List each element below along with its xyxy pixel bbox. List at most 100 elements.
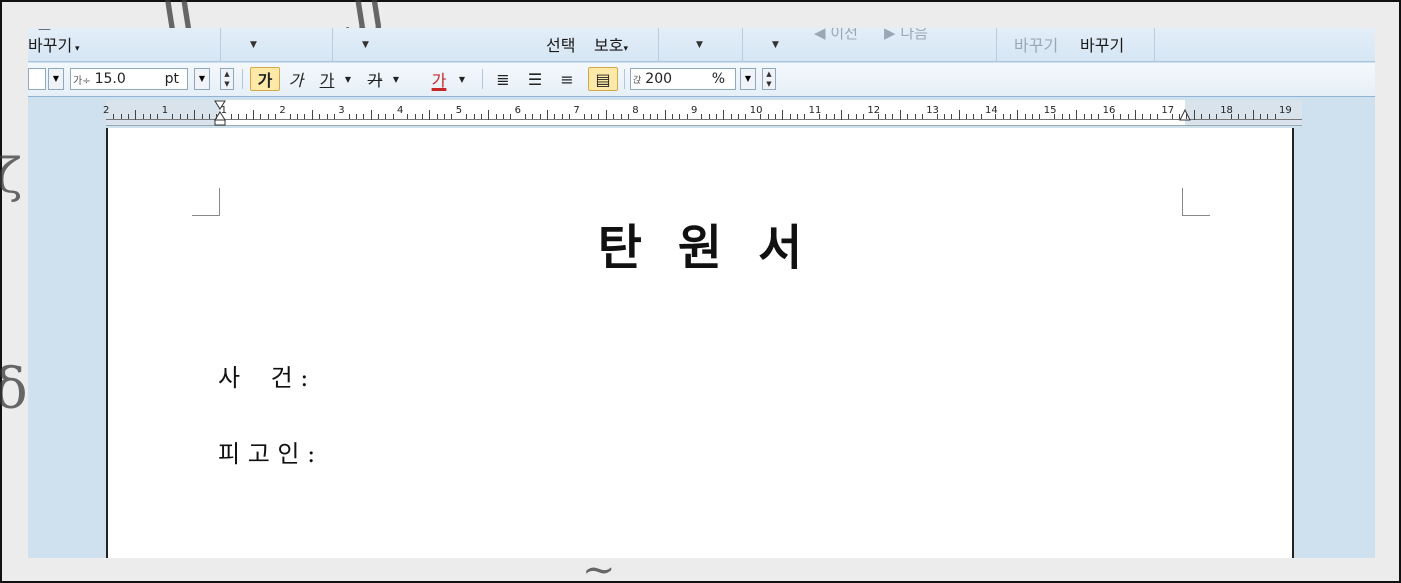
ruler-tick bbox=[502, 114, 504, 119]
ruler-tick bbox=[826, 114, 828, 119]
horizontal-ruler[interactable]: 2 1 1 2 3 4 5 6 7 8 9 10 11 12 13 14 15 16 17 18 19 bbox=[103, 100, 1302, 126]
change-dim-button[interactable]: 바꾸기 bbox=[1014, 32, 1058, 56]
ruler-tick bbox=[547, 110, 548, 120]
bold-icon: 가 bbox=[257, 71, 273, 90]
ruler-tick bbox=[451, 114, 453, 119]
align-justify-button[interactable]: ≣ bbox=[490, 67, 516, 91]
italic-icon: 가 bbox=[288, 71, 304, 90]
chevron-down-icon[interactable]: ▼ bbox=[362, 40, 369, 50]
ruler-tick bbox=[1039, 114, 1041, 119]
ruler-tick bbox=[782, 110, 784, 120]
arrow-left-icon: ◀ bbox=[814, 28, 826, 42]
ruler-tick bbox=[686, 114, 688, 119]
ruler-tick bbox=[539, 114, 541, 119]
ruler-tick bbox=[150, 114, 152, 119]
chevron-down-icon: ▼ bbox=[766, 80, 772, 88]
chevron-down-icon: ▼ bbox=[224, 80, 230, 88]
font-color-button[interactable]: 가 bbox=[426, 67, 452, 91]
case-field-label[interactable]: 사 건 : bbox=[218, 358, 308, 393]
strikethrough-dropdown[interactable]: ▼ bbox=[390, 67, 402, 91]
ruler-tick bbox=[708, 114, 710, 119]
underline-dropdown[interactable]: ▼ bbox=[342, 67, 354, 91]
ruler-tick bbox=[965, 114, 967, 119]
line-spacing-dropdown[interactable]: ▼ bbox=[740, 68, 756, 90]
ruler-tick bbox=[1010, 114, 1012, 119]
ruler-tick bbox=[370, 110, 372, 120]
ruler-tick bbox=[1090, 114, 1092, 119]
ruler-tick bbox=[1237, 114, 1239, 119]
ruler-tick bbox=[524, 114, 526, 119]
ruler-tick bbox=[951, 114, 953, 119]
change-button[interactable]: 바꾸기 ▾ bbox=[28, 32, 80, 56]
ruler-tick bbox=[774, 114, 776, 119]
align-left-icon: ☰ bbox=[527, 69, 543, 89]
protect-button[interactable]: 보호▾ bbox=[594, 32, 628, 56]
chevron-up-icon: ▲ bbox=[224, 70, 230, 78]
ruler-tick bbox=[304, 114, 306, 119]
font-size-dropdown[interactable]: ▼ bbox=[194, 68, 210, 90]
ruler-tick bbox=[1215, 114, 1217, 119]
ruler-tick bbox=[1179, 114, 1181, 119]
font-name-input[interactable] bbox=[28, 68, 46, 90]
ruler-tick bbox=[311, 110, 313, 120]
line-spacing-stepper[interactable]: ▲ ▼ bbox=[762, 68, 776, 90]
align-center-button[interactable]: ≡ bbox=[554, 67, 580, 91]
ruler-tick bbox=[216, 114, 218, 119]
font-size-stepper[interactable]: ▲ ▼ bbox=[220, 68, 234, 90]
ruler-tick bbox=[260, 114, 262, 119]
ruler-tick bbox=[657, 114, 659, 119]
font-color-dropdown[interactable]: ▼ bbox=[456, 67, 468, 91]
ribbon-separator bbox=[742, 28, 743, 62]
chevron-down-icon[interactable]: ▼ bbox=[696, 40, 703, 50]
ruler-tick bbox=[510, 114, 512, 119]
bold-button[interactable]: 가 bbox=[250, 67, 280, 91]
chevron-down-icon[interactable]: ▼ bbox=[250, 40, 257, 50]
ruler-tick bbox=[1112, 114, 1114, 119]
ruler-tick bbox=[841, 110, 842, 120]
ruler-tick bbox=[275, 114, 277, 119]
ruler-tick bbox=[679, 114, 681, 119]
document-title[interactable]: 탄원서 bbox=[108, 208, 1292, 278]
chevron-down-icon: ▼ bbox=[344, 74, 352, 84]
ruler-tick bbox=[532, 114, 534, 119]
right-indent-marker[interactable] bbox=[1179, 100, 1191, 126]
font-size-unit: pt bbox=[164, 71, 179, 87]
ruler-tick bbox=[436, 114, 438, 119]
document-page[interactable]: 탄원서 사 건 : 피 고 인 : bbox=[106, 128, 1294, 558]
underline-button[interactable]: 가 bbox=[314, 67, 340, 91]
ribbon-separator bbox=[220, 28, 221, 62]
align-left-button[interactable]: ☰ bbox=[522, 67, 548, 91]
select-button[interactable]: 선택 bbox=[546, 32, 575, 56]
ruler-tick bbox=[1186, 114, 1188, 119]
next-label: 다음 bbox=[900, 28, 928, 42]
ruler-label: 4 bbox=[397, 105, 404, 116]
ruler-tick bbox=[392, 114, 394, 119]
ruler-baseline bbox=[106, 119, 1302, 120]
ruler-tick bbox=[348, 114, 350, 119]
ruler-tick bbox=[1127, 114, 1129, 119]
ruler-tick bbox=[620, 114, 622, 119]
ruler-tick bbox=[796, 114, 798, 119]
ruler-tick bbox=[407, 114, 409, 119]
italic-button[interactable]: 가 bbox=[284, 67, 308, 91]
ruler-tick bbox=[355, 114, 357, 119]
font-name-dropdown[interactable]: ▼ bbox=[48, 68, 64, 90]
ruler-tick bbox=[723, 110, 725, 120]
previous-button[interactable]: ◀ 이전 bbox=[814, 28, 858, 43]
defendant-field-label[interactable]: 피 고 인 : bbox=[218, 434, 315, 469]
ruler-label: 9 bbox=[691, 105, 698, 116]
change-strong-button[interactable]: 바꾸기 bbox=[1080, 32, 1124, 56]
line-spacing-icon: 갅 bbox=[633, 75, 642, 86]
align-distribute-button[interactable]: ▤ bbox=[588, 67, 618, 91]
font-size-input[interactable]: 가÷ 15.0 pt bbox=[70, 68, 188, 90]
ribbon-separator bbox=[1154, 28, 1155, 62]
ruler-tick bbox=[1230, 114, 1232, 119]
ruler-tick bbox=[613, 114, 615, 119]
ruler-tick bbox=[1017, 110, 1019, 120]
ribbon-separator bbox=[658, 28, 659, 62]
next-button[interactable]: ▶ 다음 bbox=[884, 28, 928, 43]
ruler-tick bbox=[1149, 114, 1151, 119]
chevron-down-icon[interactable]: ▼ bbox=[772, 40, 779, 50]
line-spacing-input[interactable]: 갅 200 % bbox=[630, 68, 736, 90]
strikethrough-button[interactable]: 가 bbox=[362, 67, 388, 91]
